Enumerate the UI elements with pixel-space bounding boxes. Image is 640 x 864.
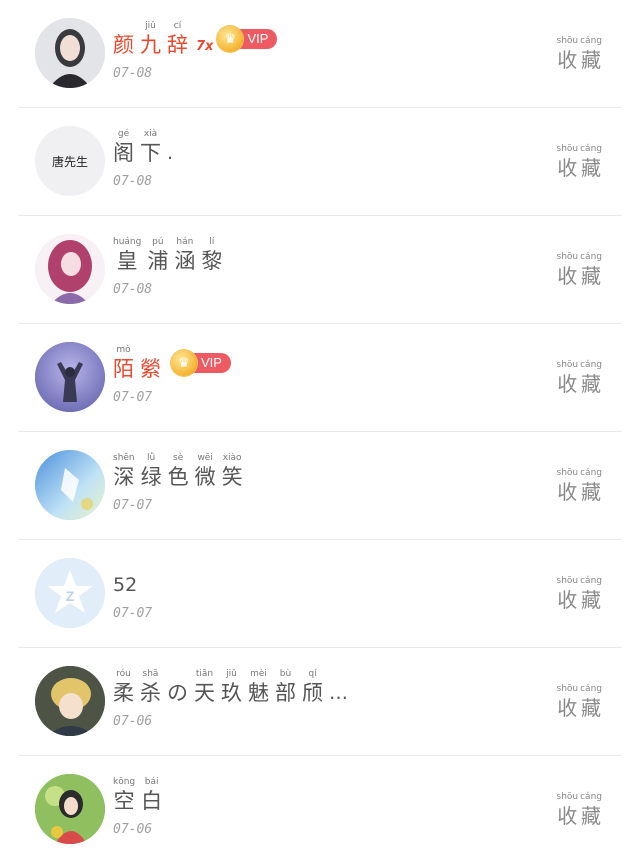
- collect-button[interactable]: shōu 收 cáng 藏: [555, 252, 603, 289]
- date: 07-08: [113, 66, 153, 81]
- username[interactable]: huáng 皇 pú 浦 hán 涵 lí 黎: [113, 234, 228, 274]
- username[interactable]: mò 陌 縈 ♛ VIP: [113, 342, 231, 382]
- avatar[interactable]: [35, 774, 105, 844]
- list-item[interactable]: huáng 皇 pú 浦 hán 涵 lí 黎 07-08 shōu 收 cáng 藏: [0, 216, 640, 324]
- list-item[interactable]: shēn 深 lǜ 绿 sè 色 wēi 微 xiào 笑 07-07 shōu 收 cán…: [0, 432, 640, 540]
- avatar[interactable]: [35, 234, 105, 304]
- svg-text:Z: Z: [66, 588, 75, 604]
- avatar[interactable]: [35, 342, 105, 412]
- avatar[interactable]: Z: [35, 558, 105, 628]
- list-item[interactable]: róu 柔 shā 杀 の tiān 天 jiǔ 玖 mèi 魅 bù 部 qí 颀 … 07…: [0, 648, 640, 756]
- username[interactable]: kōng 空 bái 白: [113, 774, 168, 814]
- date: 07-07: [113, 390, 153, 405]
- date: 07-06: [113, 822, 153, 837]
- vip-badge: ♛ VIP: [217, 26, 278, 52]
- collect-button[interactable]: shōu 收 cáng 藏: [555, 792, 603, 829]
- list-item[interactable]: kōng 空 bái 白 07-06 shōu 收 cáng 藏: [0, 756, 640, 864]
- collect-button[interactable]: shōu 收 cáng 藏: [555, 36, 603, 73]
- vip-badge: ♛ VIP: [171, 350, 231, 376]
- date: 07-07: [113, 498, 153, 513]
- crown-icon: ♛: [171, 350, 197, 376]
- username[interactable]: gé 阁 xià 下 .: [113, 126, 173, 166]
- follower-list: 颜 jiǔ 九 cí 辞 7x ♛ VIP 07-08 shōu 收 cáng 藏 唐先…: [0, 0, 640, 864]
- username[interactable]: róu 柔 shā 杀 の tiān 天 jiǔ 玖 mèi 魅 bù 部 qí 颀 …: [113, 666, 348, 706]
- list-item[interactable]: Z 52 07-07 shōu 收 cáng 藏: [0, 540, 640, 648]
- list-item[interactable]: 唐先生 gé 阁 xià 下 . 07-08 shōu 收 cáng 藏: [0, 108, 640, 216]
- avatar[interactable]: 唐先生: [35, 126, 105, 196]
- collect-button[interactable]: shōu 收 cáng 藏: [555, 684, 603, 721]
- collect-button[interactable]: shōu 收 cáng 藏: [555, 144, 603, 181]
- collect-button[interactable]: shōu 收 cáng 藏: [555, 576, 603, 613]
- default-avatar-icon: Z: [35, 558, 105, 628]
- avatar[interactable]: [35, 18, 105, 88]
- collect-button[interactable]: shōu 收 cáng 藏: [555, 360, 603, 397]
- list-item[interactable]: mò 陌 縈 ♛ VIP 07-07 shōu 收 cáng 藏: [0, 324, 640, 432]
- date: 07-08: [113, 174, 153, 189]
- username-suffix: 7x: [196, 39, 214, 54]
- collect-button[interactable]: shōu 收 cáng 藏: [555, 468, 603, 505]
- date: 07-06: [113, 714, 153, 729]
- date: 07-07: [113, 606, 153, 621]
- avatar[interactable]: [35, 666, 105, 736]
- username[interactable]: 52: [113, 558, 137, 598]
- date: 07-08: [113, 282, 153, 297]
- username[interactable]: 颜 jiǔ 九 cí 辞 7x ♛ VIP: [113, 18, 278, 58]
- avatar[interactable]: [35, 450, 105, 520]
- username[interactable]: shēn 深 lǜ 绿 sè 色 wēi 微 xiào 笑: [113, 450, 249, 490]
- list-item[interactable]: 颜 jiǔ 九 cí 辞 7x ♛ VIP 07-08 shōu 收 cáng 藏: [0, 0, 640, 108]
